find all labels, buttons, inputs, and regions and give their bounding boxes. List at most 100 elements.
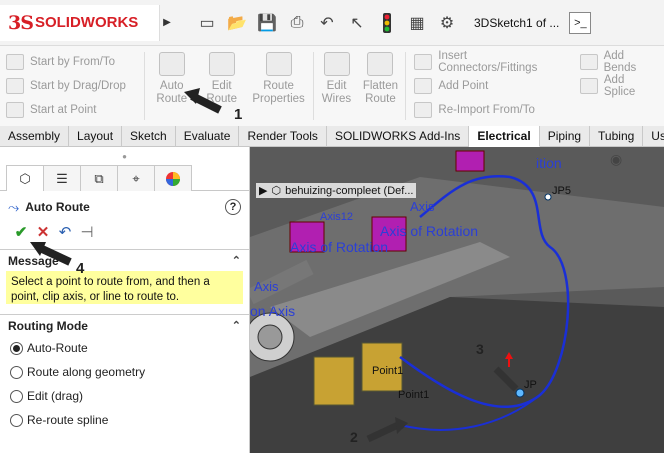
- open-folder-icon[interactable]: 📂: [226, 12, 248, 34]
- callout-4: 4: [76, 260, 85, 277]
- separator: [405, 52, 407, 120]
- new-document-icon[interactable]: ▭: [196, 12, 218, 34]
- axis-label: Axis: [254, 279, 279, 294]
- save-icon[interactable]: 💾: [256, 12, 278, 34]
- tab-user[interactable]: Use: [643, 126, 664, 147]
- separator: [312, 52, 314, 120]
- start-at-point-button[interactable]: Start at Point: [6, 99, 136, 121]
- add-point-icon: [414, 78, 433, 94]
- rebuild-icon[interactable]: ▦: [406, 12, 428, 34]
- command-tabs: Assembly Layout Sketch Evaluate Render T…: [0, 126, 664, 147]
- radio-auto-route[interactable]: Auto-Route: [0, 336, 249, 360]
- on-axis-label: on Axis: [250, 303, 296, 319]
- command-prompt-icon[interactable]: >_: [569, 11, 592, 34]
- flatten-route-icon: [367, 52, 394, 76]
- tab-layout[interactable]: Layout: [69, 126, 123, 147]
- reimport-icon: [414, 102, 433, 118]
- tab-tubing[interactable]: Tubing: [590, 126, 644, 147]
- route-properties-button[interactable]: Route Properties: [247, 46, 311, 126]
- start-from-to-button[interactable]: Start by From/To: [6, 51, 136, 73]
- color-wheel-svg: [166, 171, 180, 186]
- radio-route-along-geometry[interactable]: Route along geometry: [0, 360, 249, 384]
- routing-mode-section-header[interactable]: Routing Mode ⌃: [0, 314, 249, 336]
- insert-connectors-button[interactable]: Insert Connectors/Fittings: [414, 50, 568, 74]
- command-manager: Start by From/To Start by Drag/Drop Star…: [0, 46, 664, 126]
- point1-label: Point1: [372, 365, 404, 377]
- axis-of-rotation-label: Axis of Rotation: [290, 239, 389, 255]
- callout-1-arrow: [184, 88, 222, 114]
- callout-2: 2: [350, 429, 358, 445]
- route-properties-icon: [265, 52, 292, 76]
- jp5-label: JP5: [552, 185, 571, 197]
- start-at-point-icon: [6, 102, 24, 118]
- flatten-route-button[interactable]: Flatten Route: [357, 46, 403, 126]
- message-box: Select a point to route from, and then a…: [6, 271, 243, 304]
- radio-reroute-spline[interactable]: Re-route spline: [0, 408, 249, 432]
- assembly-icon: ⬡: [271, 185, 282, 197]
- graphics-viewport[interactable]: ▶ ⬡ behuizing-compleet (Def... Axis12 Ax…: [250, 147, 664, 453]
- edit-wires-button[interactable]: Edit Wires: [316, 46, 358, 126]
- axis-of-rotation-label: Axis of Rotation: [380, 223, 479, 239]
- help-icon[interactable]: ?: [225, 199, 241, 215]
- expand-arrow-icon[interactable]: ▶: [160, 12, 174, 34]
- radio-edit-drag[interactable]: Edit (drag): [0, 384, 249, 408]
- select-arrow-icon[interactable]: ↖: [346, 12, 368, 34]
- bends-group: Add Bends Add Splice: [574, 46, 664, 126]
- connector-part: [313, 356, 355, 406]
- display-manager-tab-icon[interactable]: [154, 165, 192, 191]
- feature-manager-tab-icon[interactable]: ⬡: [6, 165, 44, 191]
- radio-button[interactable]: [10, 413, 23, 427]
- reimport-button[interactable]: Re-Import From/To: [414, 99, 568, 121]
- undo-icon[interactable]: ↶: [316, 12, 338, 34]
- solidworks-logo[interactable]: 3S SOLIDWORKS: [0, 4, 160, 41]
- tab-sketch[interactable]: Sketch: [122, 126, 176, 147]
- tab-electrical[interactable]: Electrical: [469, 126, 540, 147]
- add-bends-button[interactable]: Add Bends: [580, 50, 658, 74]
- radio-button[interactable]: [10, 341, 23, 355]
- tab-render-tools[interactable]: Render Tools: [239, 126, 327, 147]
- expand-arrow-icon[interactable]: ▶: [259, 184, 267, 197]
- view-eye-icon[interactable]: ◉: [610, 151, 622, 168]
- configuration-manager-tab-icon[interactable]: ⧉: [80, 165, 118, 191]
- property-manager: ● ⬡ ☰ ⧉ ⌖ ⤳ Auto Route ? ✔ ✕ ↶ ⊣ Message…: [0, 147, 250, 453]
- callout-1: 1: [234, 106, 243, 123]
- pm-header: ⤳ Auto Route ?: [0, 193, 249, 221]
- add-bends-icon: [580, 54, 598, 70]
- add-point-button[interactable]: Add Point: [414, 75, 568, 97]
- add-splice-button[interactable]: Add Splice: [580, 74, 658, 98]
- add-splice-icon: [580, 78, 598, 94]
- pm-title: Auto Route: [25, 200, 90, 214]
- start-from-to-icon: [6, 54, 24, 70]
- connectors-group: Insert Connectors/Fittings Add Point Re-…: [408, 46, 574, 126]
- tab-evaluate[interactable]: Evaluate: [176, 126, 240, 147]
- print-icon[interactable]: ⎙: [286, 12, 308, 34]
- radio-button[interactable]: [10, 389, 23, 403]
- ition-label: ition: [536, 155, 562, 171]
- ds-logo-icon: 3S: [8, 11, 34, 34]
- auto-route-icon: [158, 52, 185, 76]
- collapse-chevron-icon[interactable]: ⌃: [232, 254, 241, 267]
- document-title: 3DSketch1 of ...: [474, 15, 560, 30]
- tab-solidworks-add-ins[interactable]: SOLIDWORKS Add-Ins: [327, 126, 470, 147]
- property-manager-tab-icon[interactable]: ☰: [43, 165, 81, 191]
- dimxpert-tab-icon[interactable]: ⌖: [117, 165, 155, 191]
- radio-button[interactable]: [10, 365, 23, 379]
- point1-label: Point1: [398, 389, 430, 401]
- jp-label: JP: [524, 379, 537, 391]
- start-drag-drop-button[interactable]: Start by Drag/Drop: [6, 75, 136, 97]
- callout-4-arrow: [30, 242, 72, 266]
- tree-node[interactable]: ▶ ⬡ behuizing-compleet (Def...: [256, 183, 417, 198]
- tab-piping[interactable]: Piping: [540, 126, 591, 147]
- axis-label: Axis: [410, 199, 435, 214]
- tab-assembly[interactable]: Assembly: [0, 126, 70, 147]
- traffic-light-svg: [383, 12, 391, 33]
- edit-wires-icon: [323, 52, 350, 76]
- callout-3: 3: [476, 341, 484, 357]
- title-bar: 3S SOLIDWORKS ▶ ▭ 📂 💾 ⎙ ↶ ↖ ▦ ⚙ 3DSketch…: [0, 0, 664, 46]
- options-gear-icon[interactable]: ⚙: [436, 12, 458, 34]
- traffic-light-icon[interactable]: [376, 12, 398, 34]
- logo-text: SOLIDWORKS: [34, 14, 139, 31]
- insert-connectors-icon: [414, 54, 433, 70]
- panel-grip-icon[interactable]: ●: [0, 147, 249, 165]
- collapse-chevron-icon[interactable]: ⌃: [232, 319, 241, 332]
